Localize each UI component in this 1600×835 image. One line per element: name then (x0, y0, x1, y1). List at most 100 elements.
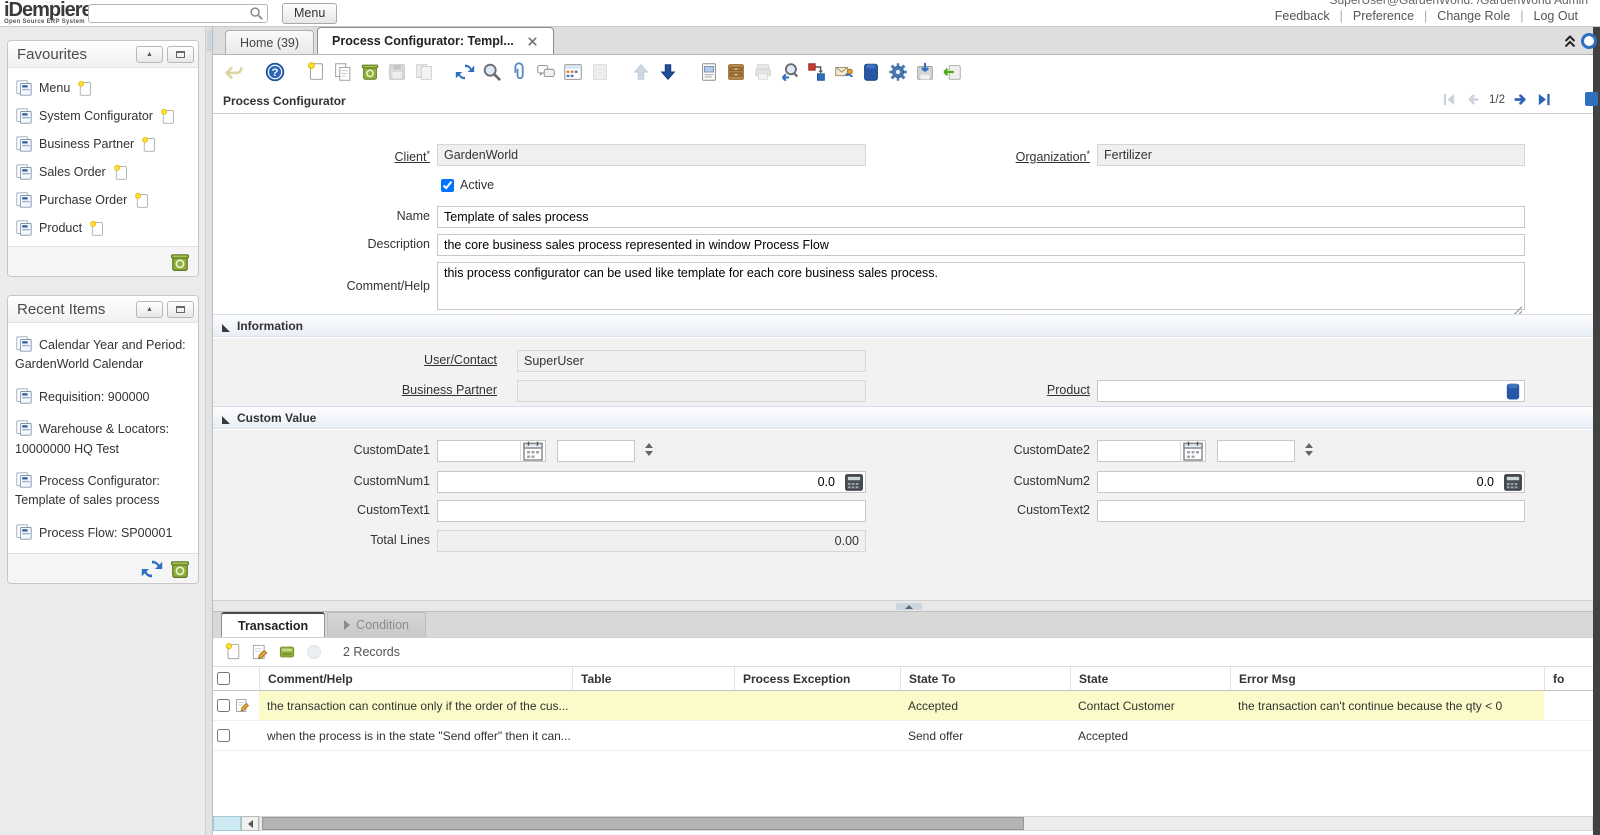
column-header-comment-help[interactable]: Comment/Help (259, 667, 572, 690)
sidebar-item-product[interactable]: Product (13, 214, 193, 242)
recent-collapse-button[interactable]: ▲ (136, 301, 163, 318)
toplink-feedback[interactable]: Feedback (1265, 9, 1340, 23)
column-header-state-to[interactable]: State To (900, 667, 1070, 690)
delete-record-icon[interactable] (356, 58, 383, 85)
last-record-icon[interactable] (1536, 91, 1553, 108)
favourites-collapse-button[interactable]: ▲ (136, 46, 163, 63)
scrollbar-thumb[interactable] (262, 817, 1024, 830)
favourites-detach-button[interactable] (167, 46, 194, 63)
recent-item[interactable]: Requisition: 900000 (13, 381, 193, 413)
custom-text1-input[interactable] (437, 500, 866, 522)
window-tab-home[interactable]: Home (39) (225, 30, 314, 54)
detail-toggle-icon[interactable] (275, 640, 299, 664)
time2-spinner[interactable] (1305, 443, 1313, 456)
toplink-change-role[interactable]: Change Role (1427, 9, 1520, 23)
favourites-trash-icon[interactable] (168, 250, 192, 274)
section-information[interactable]: Information (213, 314, 1593, 337)
scroll-left-icon[interactable] (241, 816, 259, 831)
next-record-icon[interactable] (1512, 91, 1529, 108)
custom-time1-field[interactable] (557, 440, 635, 462)
table-row[interactable]: the transaction can continue only if the… (213, 691, 1593, 721)
detail-splitter[interactable] (213, 600, 1593, 612)
chat-icon[interactable] (532, 58, 559, 85)
column-header-state[interactable]: State (1070, 667, 1230, 690)
recent-detach-button[interactable] (167, 301, 194, 318)
attachment-icon[interactable] (505, 58, 532, 85)
help-icon[interactable]: ? (261, 58, 288, 85)
organization-label[interactable]: Organization* (883, 144, 1090, 164)
workflow-icon[interactable] (803, 58, 830, 85)
comment-help-textarea[interactable] (437, 262, 1525, 310)
product-input[interactable] (1097, 380, 1525, 402)
custom-num1-input[interactable] (437, 471, 866, 493)
recent-item[interactable]: Warehouse & Locators: 10000000 HQ Test (13, 413, 193, 465)
toplink-log-out[interactable]: Log Out (1524, 9, 1588, 23)
user-contact-label[interactable]: User/Contact (290, 350, 497, 370)
previous-record-icon[interactable] (1465, 91, 1482, 108)
product-search-icon[interactable] (1504, 382, 1522, 400)
product-label[interactable]: Product (883, 380, 1090, 400)
zoom-across-icon[interactable] (776, 58, 803, 85)
business-partner-label[interactable]: Business Partner (290, 380, 497, 400)
custom-time2-field[interactable] (1217, 440, 1295, 462)
custom-date1-input[interactable] (438, 441, 520, 461)
detail-edit-icon[interactable] (248, 640, 272, 664)
sidebar-splitter[interactable] (205, 27, 213, 835)
detail-tab-condition[interactable]: Condition (327, 612, 426, 637)
row-edit-icon[interactable] (234, 697, 251, 714)
product-info-icon[interactable] (857, 58, 884, 85)
sidebar-item-business-partner[interactable]: Business Partner (13, 130, 193, 158)
recent-trash-icon[interactable] (168, 557, 192, 581)
custom-num2-input[interactable] (1097, 471, 1525, 493)
column-header-process-exception[interactable]: Process Exception (734, 667, 900, 690)
detail-tab-transaction[interactable]: Transaction (221, 612, 325, 637)
grid-toggle-icon[interactable] (559, 58, 586, 85)
table-row[interactable]: when the process is in the state "Send o… (213, 721, 1593, 751)
custom-text2-input[interactable] (1097, 500, 1525, 522)
find-icon[interactable] (478, 58, 505, 85)
menu-button[interactable]: Menu (282, 3, 337, 24)
row-checkbox[interactable] (217, 729, 230, 742)
column-header-fo[interactable]: fo (1544, 667, 1593, 690)
archive-icon[interactable] (722, 58, 749, 85)
detail-new-icon[interactable] (221, 640, 245, 664)
calendar-icon[interactable] (520, 441, 545, 461)
recent-item[interactable]: Process Flow: SP00001 (13, 517, 193, 549)
import-icon[interactable] (938, 58, 965, 85)
select-all-checkbox[interactable] (217, 672, 230, 685)
column-header-error-msg[interactable]: Error Msg (1230, 667, 1544, 690)
calendar-icon[interactable] (1180, 441, 1205, 461)
copy-record-icon[interactable] (329, 58, 356, 85)
calculator-icon[interactable] (1503, 473, 1523, 491)
time1-spinner[interactable] (645, 443, 653, 456)
export-icon[interactable] (911, 58, 938, 85)
column-header-table[interactable]: Table (572, 667, 734, 690)
client-label[interactable]: Client* (223, 144, 430, 164)
recent-item[interactable]: Process Configurator: Template of sales … (13, 465, 193, 517)
sidebar-item-purchase-order[interactable]: Purchase Order (13, 186, 193, 214)
collapse-header-icon[interactable] (1561, 32, 1579, 50)
new-record-icon[interactable] (302, 58, 329, 85)
description-input[interactable] (437, 234, 1525, 256)
preference-icon[interactable] (884, 58, 911, 85)
toplink-preference[interactable]: Preference (1343, 9, 1424, 23)
custom-date2-input[interactable] (1098, 441, 1180, 461)
recent-refresh-icon[interactable] (140, 557, 164, 581)
detail-record-icon[interactable] (654, 58, 681, 85)
first-record-icon[interactable] (1441, 91, 1458, 108)
window-tab-active[interactable]: Process Configurator: Templ... (317, 27, 554, 54)
scrollbar-track[interactable] (259, 816, 1593, 831)
calculator-icon[interactable] (844, 473, 864, 491)
global-search-input[interactable] (88, 4, 268, 23)
refresh-icon[interactable] (451, 58, 478, 85)
report-icon[interactable] (695, 58, 722, 85)
sidebar-item-system-configurator[interactable]: System Configurator (13, 102, 193, 130)
row-checkbox[interactable] (217, 699, 230, 712)
section-custom-value[interactable]: Custom Value (213, 406, 1593, 429)
requests-icon[interactable] (830, 58, 857, 85)
sidebar-item-menu[interactable]: Menu (13, 74, 193, 102)
recent-item[interactable]: Calendar Year and Period: GardenWorld Ca… (13, 329, 193, 381)
active-checkbox[interactable] (441, 179, 454, 192)
sidebar-item-sales-order[interactable]: Sales Order (13, 158, 193, 186)
name-input[interactable] (437, 206, 1525, 228)
